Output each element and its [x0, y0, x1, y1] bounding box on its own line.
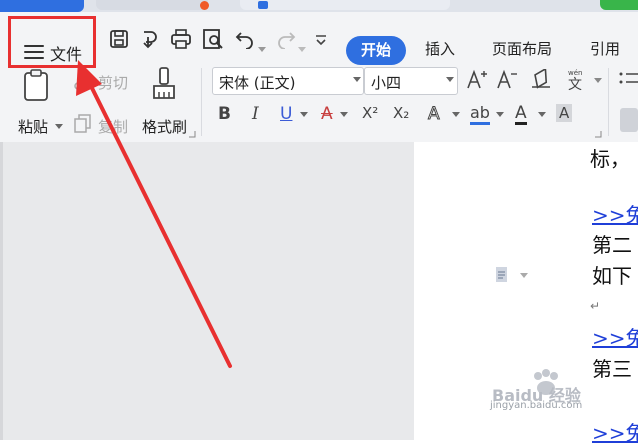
annotation-arrow	[76, 60, 232, 368]
